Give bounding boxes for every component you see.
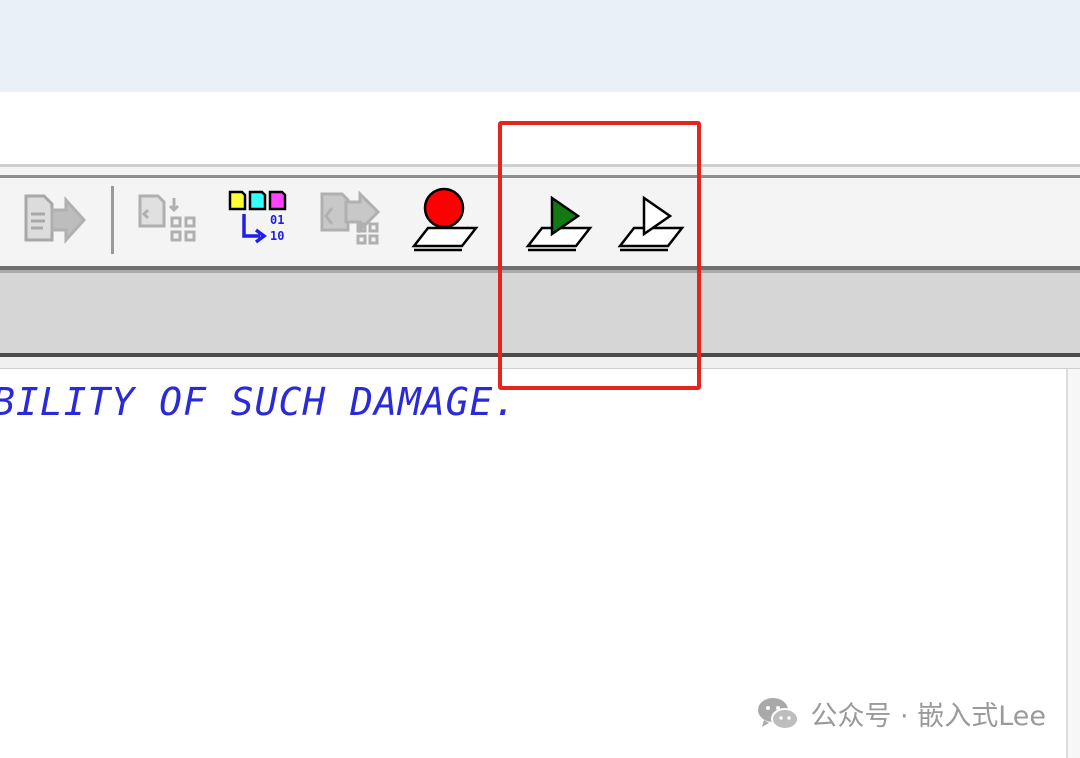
toolbar-separator <box>111 186 114 254</box>
record-button[interactable] <box>408 184 480 256</box>
binary-transfer-button[interactable]: 01 10 <box>226 184 298 256</box>
compare-doc-icon <box>138 194 196 242</box>
svg-text:01: 01 <box>270 213 284 227</box>
disassembly-button[interactable] <box>316 184 388 256</box>
vertical-scrollbar[interactable] <box>1066 369 1080 758</box>
record-red-circle-icon <box>411 187 479 252</box>
compare-doc-button[interactable] <box>134 184 206 256</box>
window-header-band <box>0 0 1080 92</box>
disassembly-icon <box>320 190 381 245</box>
binary-transfer-icon: 01 10 <box>228 190 287 244</box>
code-text-line: BILITY OF SUCH DAMAGE. <box>0 380 518 424</box>
wechat-icon <box>758 697 800 730</box>
export-doc-button[interactable] <box>18 184 90 256</box>
watermark: 公众号 · 嵌入式Lee <box>756 694 1046 733</box>
annotation-highlight-box <box>498 121 701 390</box>
watermark-text: 公众号 · 嵌入式Lee <box>810 701 1046 732</box>
export-doc-icon <box>24 194 87 244</box>
svg-text:10: 10 <box>270 229 284 243</box>
